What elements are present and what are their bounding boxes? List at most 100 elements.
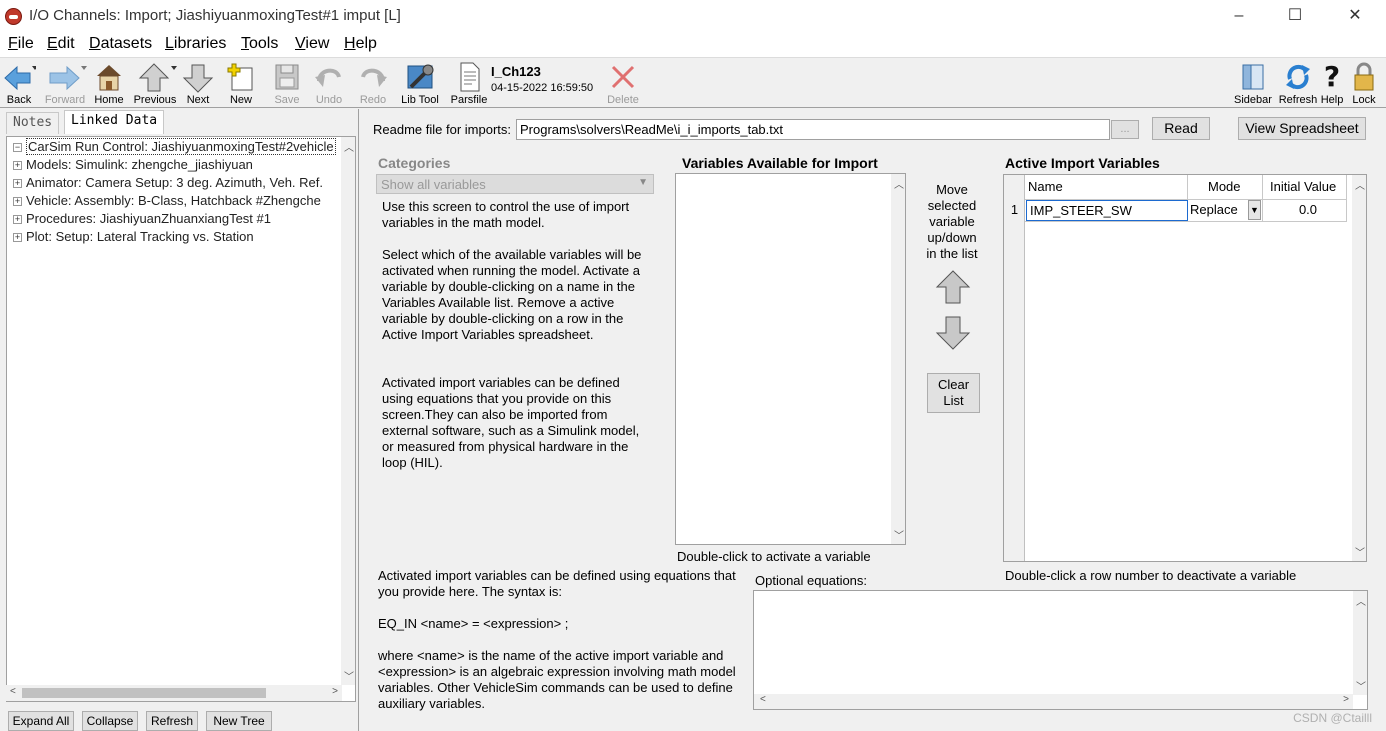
tab-notes[interactable]: Notes [6,112,60,134]
tree-item-procedures[interactable]: + Procedures: JiashiyuanZhuanxiangTest #1 [13,211,271,229]
expand-toggle-icon[interactable]: + [13,161,22,171]
menu-tools[interactable]: Tools [241,35,278,53]
lib-tool-button[interactable]: Lib Tool [400,61,440,107]
menu-libraries[interactable]: Libraries [165,35,226,53]
parsfile-button[interactable]: Parsfile [450,61,488,107]
linked-data-tree: − CarSim Run Control: JiashiyuanmoxingTes… [6,136,356,702]
scroll-down-icon[interactable]: ﹀ [1356,678,1366,693]
scroll-up-icon[interactable]: ︿ [1355,177,1365,192]
refresh-button[interactable]: Refresh [1277,61,1319,107]
collapse-button[interactable]: Collapse [82,711,138,731]
read-button[interactable]: Read [1152,117,1210,140]
scroll-down-icon[interactable]: ﹀ [1355,544,1365,559]
expand-toggle-icon[interactable]: + [13,233,22,243]
equations-vertical-scrollbar[interactable]: ︿ ﹀ [1353,591,1367,695]
column-header-name[interactable]: Name [1028,177,1186,199]
tree-item-animator[interactable]: + Animator: Camera Setup: 3 deg. Azimuth,… [13,175,323,193]
equations-syntax-text: EQ_IN <name> = <expression> ; [378,616,569,631]
equations-horizontal-scrollbar[interactable]: < > [754,694,1353,709]
browse-button[interactable]: ... [1111,120,1139,139]
scroll-left-icon[interactable]: < [760,694,766,705]
categories-select[interactable]: Show all variables ▼ [376,174,654,194]
clear-list-button[interactable]: Clear List [927,373,980,413]
scroll-down-icon[interactable]: ﹀ [894,527,904,542]
wrench-tool-icon [407,64,434,89]
move-instructions: Move selected variable up/down in the li… [926,182,978,261]
back-button[interactable]: Back [2,61,36,107]
active-variables-grid[interactable]: Name Mode Initial Value 1 IMP_STEER_SW R… [1003,174,1367,562]
expand-toggle-icon[interactable]: + [13,179,22,189]
forward-arrow-icon [49,65,87,91]
column-header-initial-value[interactable]: Initial Value [1270,177,1350,199]
new-tree-button[interactable]: New Tree [206,711,272,731]
undo-button[interactable]: Undo [312,61,346,107]
menu-view[interactable]: View [295,35,329,53]
refresh-tree-button[interactable]: Refresh [146,711,198,731]
maximize-button[interactable]: ☐ [1272,0,1318,32]
scroll-up-icon[interactable]: ︿ [894,176,904,191]
sidebar-button[interactable]: Sidebar [1233,61,1273,107]
available-variables-list[interactable]: ︿ ﹀ [675,173,906,545]
menu-help[interactable]: Help [344,35,377,53]
previous-button[interactable]: Previous [132,61,178,107]
tree-item-vehicle[interactable]: + Vehicle: Assembly: B-Class, Hatchback #… [13,193,321,211]
menu-edit[interactable]: Edit [47,35,75,53]
scroll-down-icon[interactable]: ﹀ [344,668,354,683]
expand-toggle-icon[interactable]: + [13,197,22,207]
view-spreadsheet-button[interactable]: View Spreadsheet [1238,117,1366,140]
expand-all-button[interactable]: Expand All [8,711,74,731]
tab-linked-data[interactable]: Linked Data [64,110,165,134]
parsfile-name: I_Ch123 [491,64,541,79]
tree-horizontal-scrollbar[interactable]: < > [6,685,342,701]
tree-item-models[interactable]: + Models: Simulink: zhengche_jiashiyuan [13,157,253,175]
undo-icon [315,68,341,87]
collapse-toggle-icon[interactable]: − [13,143,22,153]
menu-bar: File Edit Datasets Libraries Tools View … [0,32,1386,58]
menu-datasets[interactable]: Datasets [89,35,152,53]
scroll-thumb[interactable] [22,688,266,698]
active-grid-scrollbar[interactable]: ︿ ﹀ [1352,175,1366,561]
forward-button[interactable]: Forward [42,61,88,107]
readme-path-field[interactable]: Programs\solvers\ReadMe\i_i_imports_tab.… [516,119,1110,140]
scroll-up-icon[interactable]: ︿ [344,139,354,154]
down-arrow-icon [182,64,214,93]
available-list-scrollbar[interactable]: ︿ ﹀ [891,174,905,544]
scroll-right-icon[interactable]: > [1343,694,1349,705]
sidebar-icon [1242,64,1264,90]
redo-button[interactable]: Redo [356,61,390,107]
delete-button[interactable]: Delete [604,61,642,107]
next-button[interactable]: Next [182,61,214,107]
toolbar: Back Forward Home Previous Next New Save… [0,59,1386,108]
row-number[interactable]: 1 [1004,202,1025,217]
column-header-mode[interactable]: Mode [1208,177,1258,199]
home-button[interactable]: Home [92,61,126,107]
menu-file[interactable]: File [8,35,34,53]
variable-initial-value-cell[interactable]: 0.0 [1270,202,1346,217]
variable-mode-cell[interactable]: Replace [1190,202,1238,217]
scroll-right-icon[interactable]: > [332,686,338,697]
tree-vertical-scrollbar[interactable]: ︿ ﹀ [341,137,355,685]
move-down-button[interactable] [935,315,971,354]
up-arrow-icon [138,63,177,92]
equations-help-text: Activated import variables can be define… [378,568,736,599]
scroll-left-icon[interactable]: < [10,686,16,697]
move-up-arrow-icon [935,270,971,304]
help-button[interactable]: ? Help [1320,61,1344,107]
scroll-up-icon[interactable]: ︿ [1356,593,1366,608]
tree-item-run-control[interactable]: − CarSim Run Control: JiashiyuanmoxingTes… [13,138,336,157]
tree-item-plot[interactable]: + Plot: Setup: Lateral Tracking vs. Stati… [13,229,254,247]
available-hint: Double-click to activate a variable [677,549,871,564]
row-number-column [1004,175,1025,561]
minimize-button[interactable]: – [1216,0,1262,32]
close-button[interactable]: ✕ [1332,0,1378,32]
variable-name-cell[interactable]: IMP_STEER_SW [1026,200,1188,221]
refresh-icon [1286,64,1310,90]
new-button[interactable]: New [224,61,258,107]
delete-x-icon [611,65,635,89]
mode-dropdown-icon[interactable]: ▼ [1248,200,1261,220]
save-button[interactable]: Save [270,61,304,107]
expand-toggle-icon[interactable]: + [13,215,22,225]
lock-button[interactable]: Lock [1350,61,1378,107]
optional-equations-field[interactable]: ︿ ﹀ < > [753,590,1368,710]
move-up-button[interactable] [935,269,971,308]
